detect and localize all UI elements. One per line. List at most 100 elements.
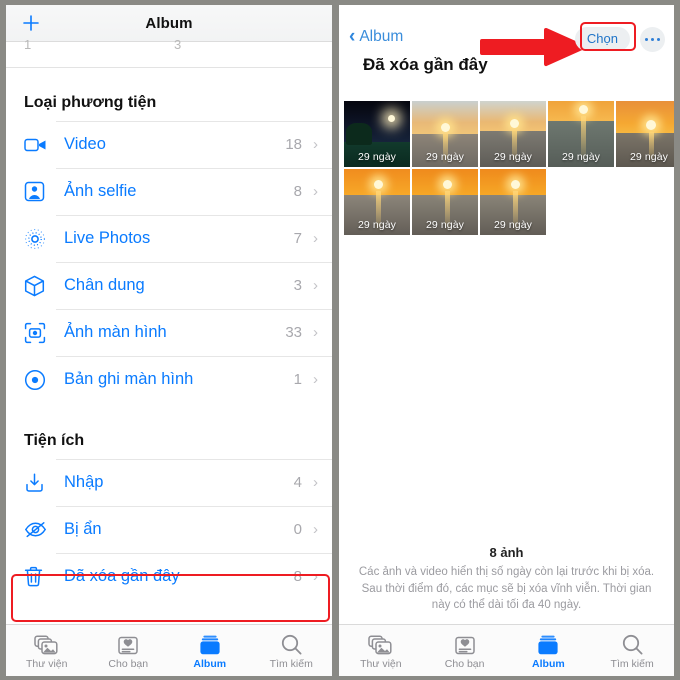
- photo-thumbnail[interactable]: 29 ngày: [412, 169, 478, 235]
- tab-for-you[interactable]: Cho bạn: [423, 625, 507, 676]
- sidebar-item-label: Đã xóa gần đây: [64, 567, 180, 585]
- item-count: 1: [293, 371, 302, 388]
- eye-slash-icon: [24, 518, 50, 542]
- tab-library[interactable]: Thư viện: [339, 625, 423, 676]
- albums-icon: [537, 631, 559, 655]
- sidebar-item-video[interactable]: Video 18 ›: [6, 121, 332, 168]
- more-options-button[interactable]: [640, 27, 665, 52]
- photo-thumbnail[interactable]: 29 ngày: [344, 101, 410, 167]
- chevron-right-icon: ›: [313, 521, 318, 538]
- panel-divider: [332, 0, 339, 680]
- search-icon: [622, 631, 643, 655]
- thumb-sun: [510, 119, 519, 128]
- item-count: 8: [293, 568, 302, 585]
- tab-for-you[interactable]: Cho bạn: [88, 625, 170, 676]
- chevron-right-icon: ›: [313, 324, 318, 341]
- left-tab-bar: Thư viện Cho bạn Album Tìm kiếm: [6, 624, 332, 676]
- chevron-right-icon: ›: [313, 277, 318, 294]
- sidebar-item-selfies[interactable]: Ảnh selfie 8 ›: [6, 168, 332, 215]
- item-count: 33: [285, 324, 302, 341]
- right-tab-bar: Thư viện Cho bạn Album Tìm kiếm: [339, 624, 674, 676]
- photo-thumbnail[interactable]: 29 ngày: [548, 101, 614, 167]
- screenshot-icon: [24, 321, 50, 345]
- sidebar-item-screen-recordings[interactable]: Bản ghi màn hình 1 ›: [6, 356, 332, 403]
- sidebar-item-screenshots[interactable]: Ảnh màn hình 33 ›: [6, 309, 332, 356]
- tab-search[interactable]: Tìm kiếm: [590, 625, 674, 676]
- tab-label: Album: [532, 658, 565, 670]
- library-icon: [34, 631, 59, 655]
- sidebar-item-live-photos[interactable]: Live Photos 7 ›: [6, 215, 332, 262]
- tab-label: Album: [193, 658, 227, 670]
- sidebar-item-label: Chân dung: [64, 276, 145, 294]
- days-remaining-label: 29 ngày: [425, 151, 465, 163]
- tab-search[interactable]: Tìm kiếm: [251, 625, 333, 676]
- thumb-sun: [511, 180, 520, 189]
- item-count: 0: [293, 521, 302, 538]
- page-title: Album: [145, 14, 193, 32]
- days-remaining-label: 29 ngày: [493, 219, 533, 231]
- caption-description: Các ảnh và video hiển thị số ngày còn lạ…: [358, 565, 655, 612]
- item-count: 7: [293, 230, 302, 247]
- red-arrow-annotation: [480, 27, 590, 72]
- select-button[interactable]: Chọn: [574, 27, 630, 51]
- screenshot-root: Album 1 3 Loại phương tiện Video 18 › Ản…: [0, 0, 680, 680]
- item-count: 3: [293, 277, 302, 294]
- video-icon: [24, 133, 50, 157]
- chevron-right-icon: ›: [313, 230, 318, 247]
- tab-label: Cho bạn: [108, 658, 149, 670]
- days-remaining-label: 29 ngày: [493, 151, 533, 163]
- sidebar-item-label: Ảnh màn hình: [64, 323, 167, 341]
- sidebar-item-label: Live Photos: [64, 229, 151, 247]
- sidebar-item-hidden[interactable]: Bị ẩn 0 ›: [6, 506, 332, 553]
- tab-library[interactable]: Thư viện: [6, 625, 88, 676]
- sidebar-item-label: Video: [64, 135, 106, 153]
- album-title: Đã xóa gần đây: [363, 55, 488, 74]
- thumb-sun: [374, 180, 383, 189]
- tab-label: Thư viện: [26, 658, 68, 670]
- photo-thumbnail[interactable]: 29 ngày: [344, 169, 410, 235]
- albums-icon: [199, 631, 221, 655]
- selfie-icon: [24, 180, 50, 204]
- trash-icon: [24, 565, 50, 589]
- import-icon: [24, 471, 50, 495]
- item-count: 8: [293, 183, 302, 200]
- photo-thumbnail[interactable]: 29 ngày: [480, 101, 546, 167]
- sidebar-item-label: Bị ẩn: [64, 520, 102, 538]
- tab-label: Cho bạn: [444, 658, 485, 670]
- sidebar-item-imports[interactable]: Nhập 4 ›: [6, 459, 332, 506]
- days-remaining-label: 29 ngày: [425, 219, 465, 231]
- item-count: 4: [293, 474, 302, 491]
- section-gap-2: [6, 403, 332, 424]
- photo-count-label: 8 ảnh: [489, 544, 524, 560]
- tab-albums[interactable]: Album: [169, 625, 251, 676]
- sidebar-item-portrait[interactable]: Chân dung 3 ›: [6, 262, 332, 309]
- thumb-sun: [441, 123, 450, 132]
- back-button[interactable]: ‹ Album: [349, 27, 403, 46]
- tab-albums[interactable]: Album: [507, 625, 591, 676]
- utilities-list: Nhập 4 › Bị ẩn 0 › Đã xóa gần đây 8 ›: [6, 459, 332, 600]
- thumb-sun: [579, 105, 588, 114]
- scrolled-partial-row: 1 3: [6, 37, 332, 68]
- sidebar-item-label: Ảnh selfie: [64, 182, 137, 200]
- right-navigation-bar: ‹ Album Đã xóa gần đây Chọn: [339, 5, 674, 93]
- tab-label: Tìm kiếm: [610, 658, 654, 670]
- thumb-light: [388, 115, 395, 122]
- sidebar-item-recently-deleted[interactable]: Đã xóa gần đây 8 ›: [6, 553, 332, 600]
- photo-thumbnail[interactable]: 29 ngày: [412, 101, 478, 167]
- footer-caption: 8 ảnh Các ảnh và video hiển thị số ngày …: [339, 545, 674, 624]
- days-remaining-label: 29 ngày: [561, 151, 601, 163]
- tab-label: Tìm kiếm: [269, 658, 313, 670]
- media-types-list: Video 18 › Ảnh selfie 8 › Live Photos 7 …: [6, 121, 332, 403]
- photo-thumbnail[interactable]: 29 ngày: [480, 169, 546, 235]
- photo-thumbnail[interactable]: 29 ngày: [616, 101, 674, 167]
- section-header-media-types: Loại phương tiện: [24, 94, 157, 111]
- days-remaining-label: 29 ngày: [357, 219, 397, 231]
- tab-label: Thư viện: [360, 658, 402, 670]
- add-album-button[interactable]: [20, 12, 42, 34]
- thumb-sun: [646, 120, 656, 130]
- thumb-sun: [443, 180, 452, 189]
- partial-count-right: 3: [174, 37, 182, 52]
- search-icon: [281, 631, 302, 655]
- photo-grid: 29 ngày 29 ngày 29 ngày 29 ngày 29 ngày …: [344, 101, 674, 235]
